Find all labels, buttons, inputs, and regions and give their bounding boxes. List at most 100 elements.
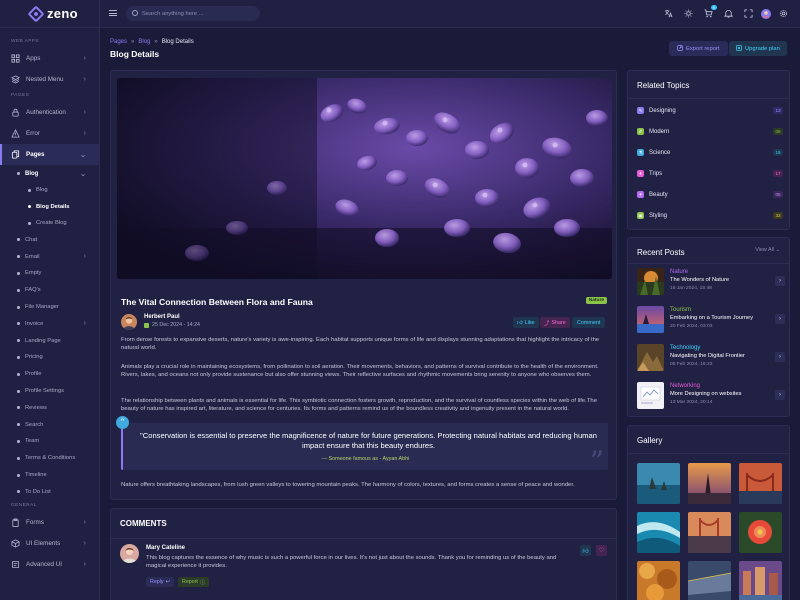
sidebar-item-pages[interactable]: Pages ⌄ xyxy=(0,144,99,165)
comments-title: COMMENTS xyxy=(120,519,167,528)
sidebar-item-advanced-ui[interactable]: Advanced UI › xyxy=(0,554,99,575)
divider xyxy=(628,263,789,264)
bullet-icon xyxy=(17,439,20,443)
sidebar-item-label: Invoice xyxy=(25,320,44,327)
upgrade-plan-label: Upgrade plan xyxy=(745,45,780,52)
topic-count: 05 xyxy=(773,191,783,198)
recent-post-item[interactable]: Technology Navigating the Digital Fronti… xyxy=(637,344,785,374)
sidebar-item-nested-menu[interactable]: Nested Menu › xyxy=(0,69,99,90)
gallery-image[interactable] xyxy=(637,512,680,553)
gallery-image[interactable] xyxy=(739,512,782,553)
sidebar-item-ui-elements[interactable]: UI Elements › xyxy=(0,533,99,554)
sidebar-item-forms[interactable]: Forms › xyxy=(0,512,99,533)
sidebar-item-invoice[interactable]: Invoice › xyxy=(0,315,99,332)
plane-icon: ✈ xyxy=(637,170,644,177)
divider xyxy=(628,453,789,454)
blockquote: “ "Conservation is essential to preserve… xyxy=(116,416,608,476)
recent-post-item[interactable]: Nature The Wonders of Nature 18 Jan 2024… xyxy=(637,268,785,298)
breadcrumb-pages[interactable]: Pages xyxy=(110,39,127,45)
comment-like-icon[interactable]: 👍︎ xyxy=(580,545,591,556)
sidebar-item-profile[interactable]: Profile xyxy=(0,366,99,383)
menu-toggle-icon[interactable] xyxy=(109,10,117,16)
sidebar-item-landing-page[interactable]: Landing Page xyxy=(0,332,99,349)
sidebar-item-authentication[interactable]: Authentication › xyxy=(0,102,99,123)
notification-icon[interactable] xyxy=(723,8,734,19)
sidebar-subitem-blog-details[interactable]: Blog Details xyxy=(0,199,99,216)
comment-button[interactable]: Comment xyxy=(572,317,606,328)
sidebar-item-terms[interactable]: Terms & Conditions xyxy=(0,450,99,467)
recent-posts-title: Recent Posts xyxy=(637,248,685,257)
lock-icon xyxy=(11,108,20,117)
gallery-image[interactable] xyxy=(637,463,680,504)
topic-item-science[interactable]: ⚗ Science 15 xyxy=(637,147,783,158)
sidebar-item-file-manager[interactable]: File Manager xyxy=(0,299,99,316)
bullet-icon xyxy=(17,238,20,242)
sidebar-subitem-blog[interactable]: Blog xyxy=(0,182,99,199)
breadcrumb-separator: » xyxy=(154,39,158,45)
breadcrumb-blog[interactable]: Blog xyxy=(138,39,150,45)
fullscreen-icon[interactable] xyxy=(743,8,754,19)
author-name[interactable]: Herbert Paul xyxy=(144,314,180,320)
sidebar-item-timeline[interactable]: Timeline xyxy=(0,467,99,484)
sidebar-subitem-create-blog[interactable]: Create Blog xyxy=(0,215,99,232)
gallery-image[interactable] xyxy=(637,561,680,600)
sidebar-item-reviews[interactable]: Reviews xyxy=(0,399,99,416)
gallery-image[interactable] xyxy=(739,463,782,504)
sidebar-item-faqs[interactable]: FAQ's xyxy=(0,282,99,299)
chevron-down-icon: ⌄ xyxy=(775,247,780,253)
report-button[interactable]: Report ⓘ xyxy=(178,577,210,587)
user-avatar[interactable] xyxy=(760,8,771,19)
sidebar-item-search[interactable]: Search xyxy=(0,416,99,433)
file-stack-icon xyxy=(11,560,20,569)
topic-item-trips[interactable]: ✈ Trips 17 xyxy=(637,168,783,179)
divider xyxy=(111,538,616,539)
commenter-name[interactable]: Mary Cateline xyxy=(146,545,185,551)
chevron-right-icon[interactable]: › xyxy=(775,390,785,400)
commenter-avatar[interactable] xyxy=(120,544,139,563)
recent-post-item[interactable]: Tourism Embarking on a Tourism Journey 2… xyxy=(637,306,785,336)
chevron-right-icon[interactable]: › xyxy=(775,314,785,324)
export-report-button[interactable]: Export report xyxy=(669,41,728,56)
like-button[interactable]: 👍︎ Like xyxy=(513,317,539,328)
topic-item-modern[interactable]: ✐ Modern 06 xyxy=(637,126,783,137)
brand-logo[interactable]: zeno xyxy=(0,0,99,28)
sidebar-item-apps[interactable]: Apps › xyxy=(0,48,99,69)
upgrade-plan-button[interactable]: Upgrade plan xyxy=(729,41,787,56)
sidebar-item-profile-settings[interactable]: Profile Settings xyxy=(0,383,99,400)
comment-heart-icon[interactable]: ♡ xyxy=(596,545,607,556)
settings-gear-icon[interactable] xyxy=(778,8,789,19)
topic-count: 15 xyxy=(773,149,783,156)
share-button[interactable]: ⤴ Share xyxy=(540,317,570,328)
author-avatar[interactable] xyxy=(121,314,137,330)
bullet-icon xyxy=(17,288,20,292)
sidebar-item-todo-list[interactable]: To Do List xyxy=(0,483,99,500)
recent-post-item[interactable]: Networking More Designing on websites 13… xyxy=(637,382,785,412)
chevron-right-icon[interactable]: › xyxy=(775,352,785,362)
sidebar-item-chat[interactable]: Chat xyxy=(0,232,99,249)
sidebar-item-empty[interactable]: Empty xyxy=(0,265,99,282)
gallery-image[interactable] xyxy=(688,512,731,553)
chevron-right-icon[interactable]: › xyxy=(775,276,785,286)
search-input[interactable] xyxy=(126,6,260,21)
sun-icon[interactable] xyxy=(683,8,694,19)
bullet-icon xyxy=(17,305,20,309)
sidebar-item-email[interactable]: Email › xyxy=(0,248,99,265)
gallery-image[interactable] xyxy=(688,561,731,600)
sidebar-item-blog[interactable]: Blog ⌄ xyxy=(0,165,99,182)
sidebar-item-pricing[interactable]: Pricing xyxy=(0,349,99,366)
view-all-link[interactable]: View All ⌄ xyxy=(755,247,780,253)
share-icon: ⤴ xyxy=(544,320,550,327)
topic-item-designing[interactable]: ✎ Designing 13 xyxy=(637,105,783,116)
translate-icon[interactable] xyxy=(663,8,674,19)
gallery-card: Gallery xyxy=(627,425,790,600)
gallery-image[interactable] xyxy=(688,463,731,504)
topic-item-styling[interactable]: ▣ Styling 33 xyxy=(637,210,783,221)
topic-item-beauty[interactable]: ✦ Beauty 05 xyxy=(637,189,783,200)
cart-icon[interactable]: 5 xyxy=(703,5,717,19)
quote-author: — Someone famous as - Ayyan Abhi xyxy=(321,456,410,462)
sidebar-item-team[interactable]: Team xyxy=(0,433,99,450)
gallery-image[interactable] xyxy=(739,561,782,600)
sidebar-item-error[interactable]: Error › xyxy=(0,123,99,144)
sidebar-item-label: Blog xyxy=(36,187,48,194)
reply-button[interactable]: Reply ↩ xyxy=(146,577,174,587)
